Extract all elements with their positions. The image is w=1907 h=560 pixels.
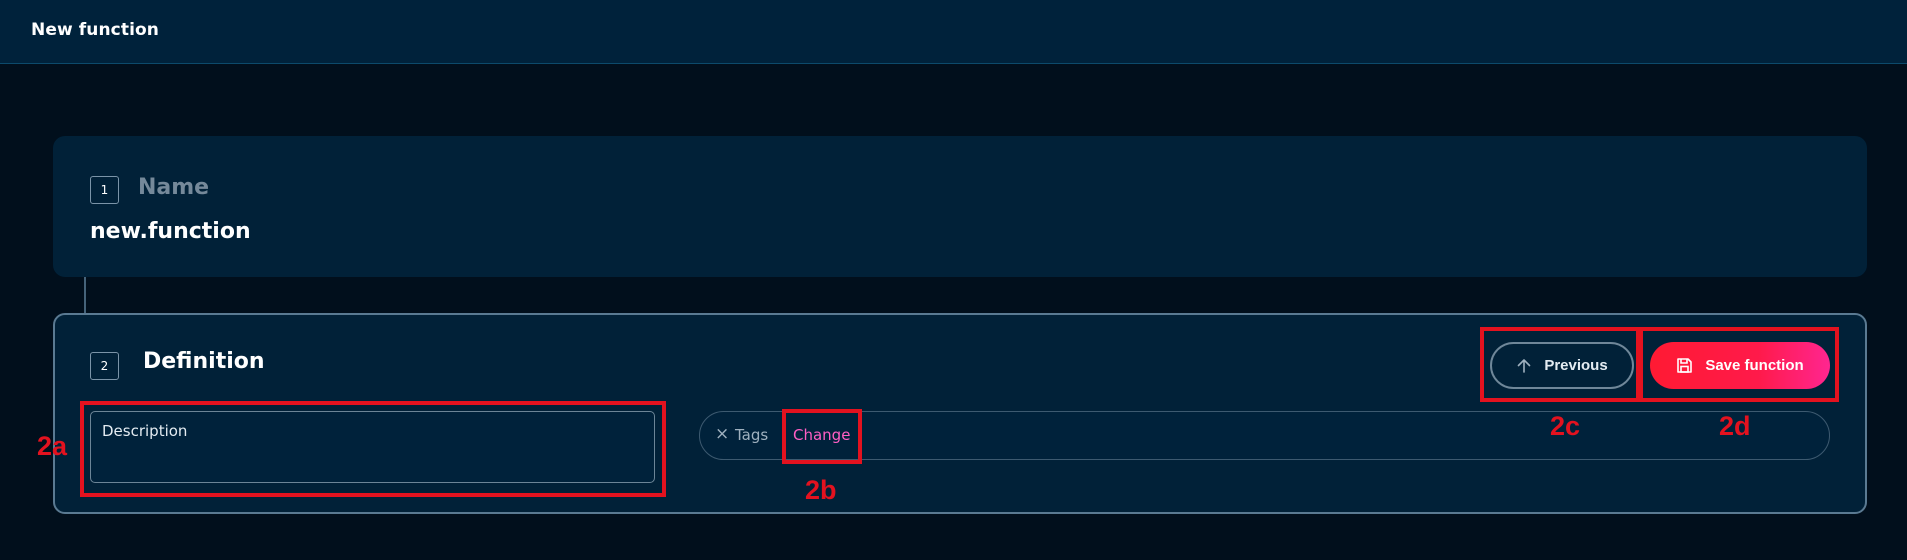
tags-label: Tags [735,426,769,444]
annotation-label-2b: 2b [805,475,837,505]
arrow-up-icon [1516,358,1532,374]
previous-button-label: Previous [1544,357,1608,374]
floppy-disk-icon [1676,357,1693,374]
step-number-badge: 2 [90,352,119,380]
annotation-label-2a: 2a [37,431,68,461]
annotation-label-2d: 2d [1719,411,1751,441]
save-function-button[interactable]: Save function [1650,342,1830,389]
page-title: New function [31,20,159,40]
description-field[interactable] [90,411,655,483]
step-connector-line [84,277,86,313]
annotation-label-2c: 2c [1550,411,1581,441]
previous-button[interactable]: Previous [1490,342,1634,389]
tags-field[interactable]: × Tags Change [699,411,1830,460]
close-icon[interactable]: × [715,424,729,444]
save-function-button-label: Save function [1705,357,1804,374]
change-tags-link[interactable]: Change [793,426,850,444]
step-definition-title: Definition [143,349,265,374]
function-name-value: new.function [90,219,251,244]
step-name-title: Name [138,175,210,200]
step-name-card[interactable] [53,136,1867,277]
step-number-badge: 1 [90,176,119,204]
top-bar: New function [0,0,1907,64]
